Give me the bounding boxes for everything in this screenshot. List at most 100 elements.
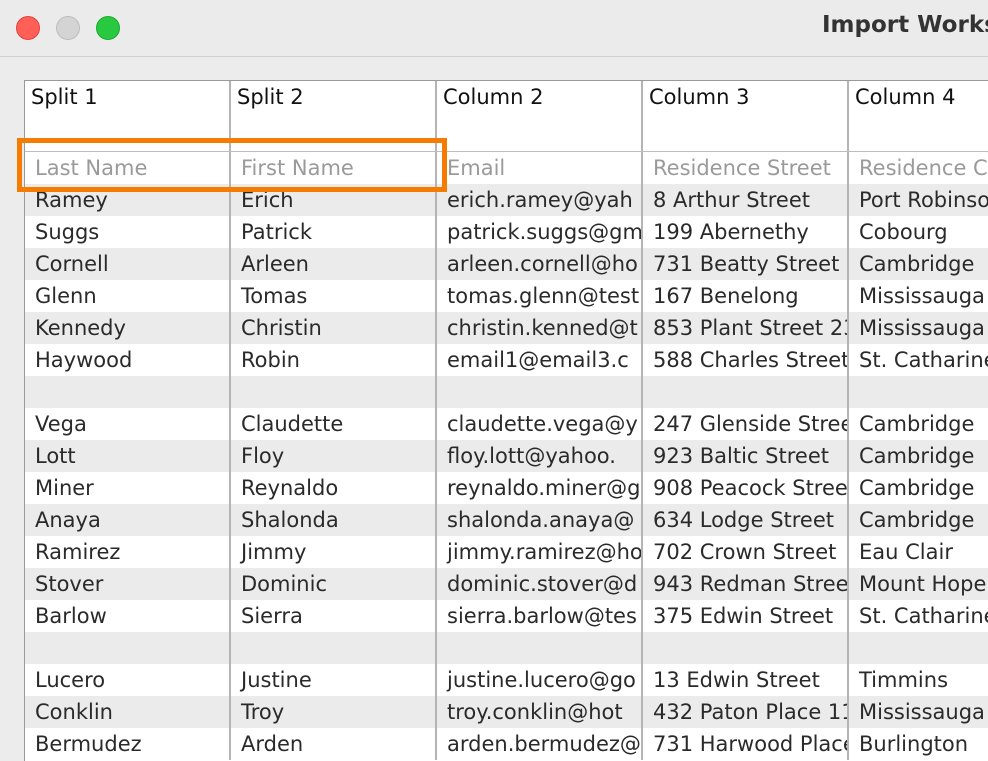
table-cell[interactable]: Cobourg xyxy=(849,216,988,248)
table-cell[interactable]: 432 Paton Place 11 xyxy=(643,696,849,728)
table-cell[interactable]: Mississauga xyxy=(849,696,988,728)
table-cell[interactable]: Christin xyxy=(231,312,437,344)
table-cell[interactable]: Arden xyxy=(231,728,437,760)
table-cell[interactable]: 199 Abernethy xyxy=(643,216,849,248)
table-cell[interactable]: St. Catharine xyxy=(849,600,988,632)
table-cell[interactable]: Eau Clair xyxy=(849,536,988,568)
table-cell[interactable]: Suggs xyxy=(25,216,231,248)
table-cell[interactable]: Bermudez xyxy=(25,728,231,760)
table-cell[interactable] xyxy=(25,376,231,408)
table-cell[interactable]: Lucero xyxy=(25,664,231,696)
table-cell[interactable]: dominic.stover@d xyxy=(437,568,643,600)
table-cell[interactable] xyxy=(231,376,437,408)
table-cell[interactable]: 13 Edwin Street xyxy=(643,664,849,696)
table-row[interactable]: Barlow Sierra sierra.barlow@tes 375 Edwin S… xyxy=(25,600,988,632)
table-cell[interactable]: Cambridge xyxy=(849,408,988,440)
table-cell[interactable]: christin.kenned@t xyxy=(437,312,643,344)
table-cell[interactable]: 634 Lodge Street xyxy=(643,504,849,536)
import-preview-table[interactable]: Split 1 Split 2 Column 2 Column 3 Column 4 La… xyxy=(24,80,988,761)
table-cell[interactable]: 731 Beatty Street xyxy=(643,248,849,280)
table-row[interactable]: Bermudez Arden arden.bermudez@ 731 Harwood … xyxy=(25,728,988,760)
table-cell[interactable]: Miner xyxy=(25,472,231,504)
table-cell[interactable]: Ramirez xyxy=(25,536,231,568)
table-cell[interactable]: 908 Peacock Street xyxy=(643,472,849,504)
table-cell[interactable]: 247 Glenside Street xyxy=(643,408,849,440)
column-header[interactable]: Split 1 xyxy=(25,81,231,151)
table-cell[interactable] xyxy=(231,632,437,664)
table-cell[interactable]: Troy xyxy=(231,696,437,728)
table-cell[interactable]: jimmy.ramirez@ho xyxy=(437,536,643,568)
table-row[interactable]: Anaya Shalonda shalonda.anaya@ 634 Lodge St… xyxy=(25,504,988,536)
table-cell[interactable]: Sierra xyxy=(231,600,437,632)
table-row[interactable] xyxy=(25,376,988,408)
table-row[interactable]: Miner Reynaldo reynaldo.miner@g 908 Peacock… xyxy=(25,472,988,504)
field-label[interactable]: First Name xyxy=(231,152,437,184)
table-cell[interactable]: Barlow xyxy=(25,600,231,632)
field-label[interactable]: Email xyxy=(437,152,643,184)
table-cell[interactable]: 943 Redman Street xyxy=(643,568,849,600)
table-row[interactable]: Glenn Tomas tomas.glenn@test 167 Benelong Mi… xyxy=(25,280,988,312)
table-cell[interactable] xyxy=(437,376,643,408)
column-header[interactable]: Column 4 xyxy=(849,81,988,151)
table-cell[interactable]: 923 Baltic Street xyxy=(643,440,849,472)
table-cell[interactable]: Claudette xyxy=(231,408,437,440)
table-cell[interactable]: Floy xyxy=(231,440,437,472)
zoom-window-button[interactable] xyxy=(96,16,120,40)
column-header[interactable]: Column 2 xyxy=(437,81,643,151)
column-header[interactable]: Split 2 xyxy=(231,81,437,151)
table-row[interactable]: Conklin Troy troy.conklin@hot 432 Paton Pla… xyxy=(25,696,988,728)
table-row[interactable]: Lott Floy floy.lott@yahoo. 923 Baltic Stree… xyxy=(25,440,988,472)
table-cell[interactable]: Erich xyxy=(231,184,437,216)
table-cell[interactable] xyxy=(849,632,988,664)
table-cell[interactable]: Ramey xyxy=(25,184,231,216)
table-cell[interactable] xyxy=(437,632,643,664)
table-cell[interactable]: Vega xyxy=(25,408,231,440)
table-cell[interactable]: Justine xyxy=(231,664,437,696)
table-cell[interactable]: 853 Plant Street 23 xyxy=(643,312,849,344)
table-cell[interactable]: Cambridge xyxy=(849,248,988,280)
table-cell[interactable] xyxy=(25,632,231,664)
table-cell[interactable]: shalonda.anaya@ xyxy=(437,504,643,536)
table-cell[interactable]: Mount Hope xyxy=(849,568,988,600)
table-cell[interactable]: Stover xyxy=(25,568,231,600)
table-cell[interactable]: Tomas xyxy=(231,280,437,312)
field-label[interactable]: Last Name xyxy=(25,152,231,184)
table-cell[interactable]: floy.lott@yahoo. xyxy=(437,440,643,472)
table-cell[interactable]: arleen.cornell@ho xyxy=(437,248,643,280)
table-cell[interactable]: 375 Edwin Street xyxy=(643,600,849,632)
table-cell[interactable]: reynaldo.miner@g xyxy=(437,472,643,504)
table-cell[interactable]: 167 Benelong xyxy=(643,280,849,312)
table-cell[interactable]: claudette.vega@y xyxy=(437,408,643,440)
table-cell[interactable] xyxy=(643,632,849,664)
table-cell[interactable]: Patrick xyxy=(231,216,437,248)
table-row[interactable]: Stover Dominic dominic.stover@d 943 Redman … xyxy=(25,568,988,600)
table-cell[interactable]: Reynaldo xyxy=(231,472,437,504)
table-cell[interactable]: Jimmy xyxy=(231,536,437,568)
table-cell[interactable]: Shalonda xyxy=(231,504,437,536)
table-cell[interactable]: Kennedy xyxy=(25,312,231,344)
table-cell[interactable]: Cambridge xyxy=(849,472,988,504)
table-cell[interactable]: Conklin xyxy=(25,696,231,728)
table-row[interactable]: Ramey Erich erich.ramey@yah 8 Arthur Street… xyxy=(25,184,988,216)
table-cell[interactable]: patrick.suggs@gm xyxy=(437,216,643,248)
table-cell[interactable] xyxy=(849,376,988,408)
table-cell[interactable]: 731 Harwood Place xyxy=(643,728,849,760)
table-cell[interactable]: Haywood xyxy=(25,344,231,376)
table-cell[interactable]: Mississauga xyxy=(849,312,988,344)
table-cell[interactable]: St. Catharine xyxy=(849,344,988,376)
table-row[interactable]: Kennedy Christin christin.kenned@t 853 Plan… xyxy=(25,312,988,344)
table-cell[interactable]: Arleen xyxy=(231,248,437,280)
table-cell[interactable]: 588 Charles Street xyxy=(643,344,849,376)
table-row[interactable]: Ramirez Jimmy jimmy.ramirez@ho 702 Crown St… xyxy=(25,536,988,568)
minimize-window-button[interactable] xyxy=(56,16,80,40)
table-cell[interactable]: troy.conklin@hot xyxy=(437,696,643,728)
table-cell[interactable]: Cambridge xyxy=(849,440,988,472)
table-cell[interactable]: arden.bermudez@ xyxy=(437,728,643,760)
table-cell[interactable]: Anaya xyxy=(25,504,231,536)
table-cell[interactable]: Burlington xyxy=(849,728,988,760)
table-row[interactable]: Lucero Justine justine.lucero@go 13 Edwin S… xyxy=(25,664,988,696)
table-cell[interactable]: Timmins xyxy=(849,664,988,696)
table-cell[interactable] xyxy=(643,376,849,408)
table-cell[interactable]: erich.ramey@yah xyxy=(437,184,643,216)
close-window-button[interactable] xyxy=(16,16,40,40)
